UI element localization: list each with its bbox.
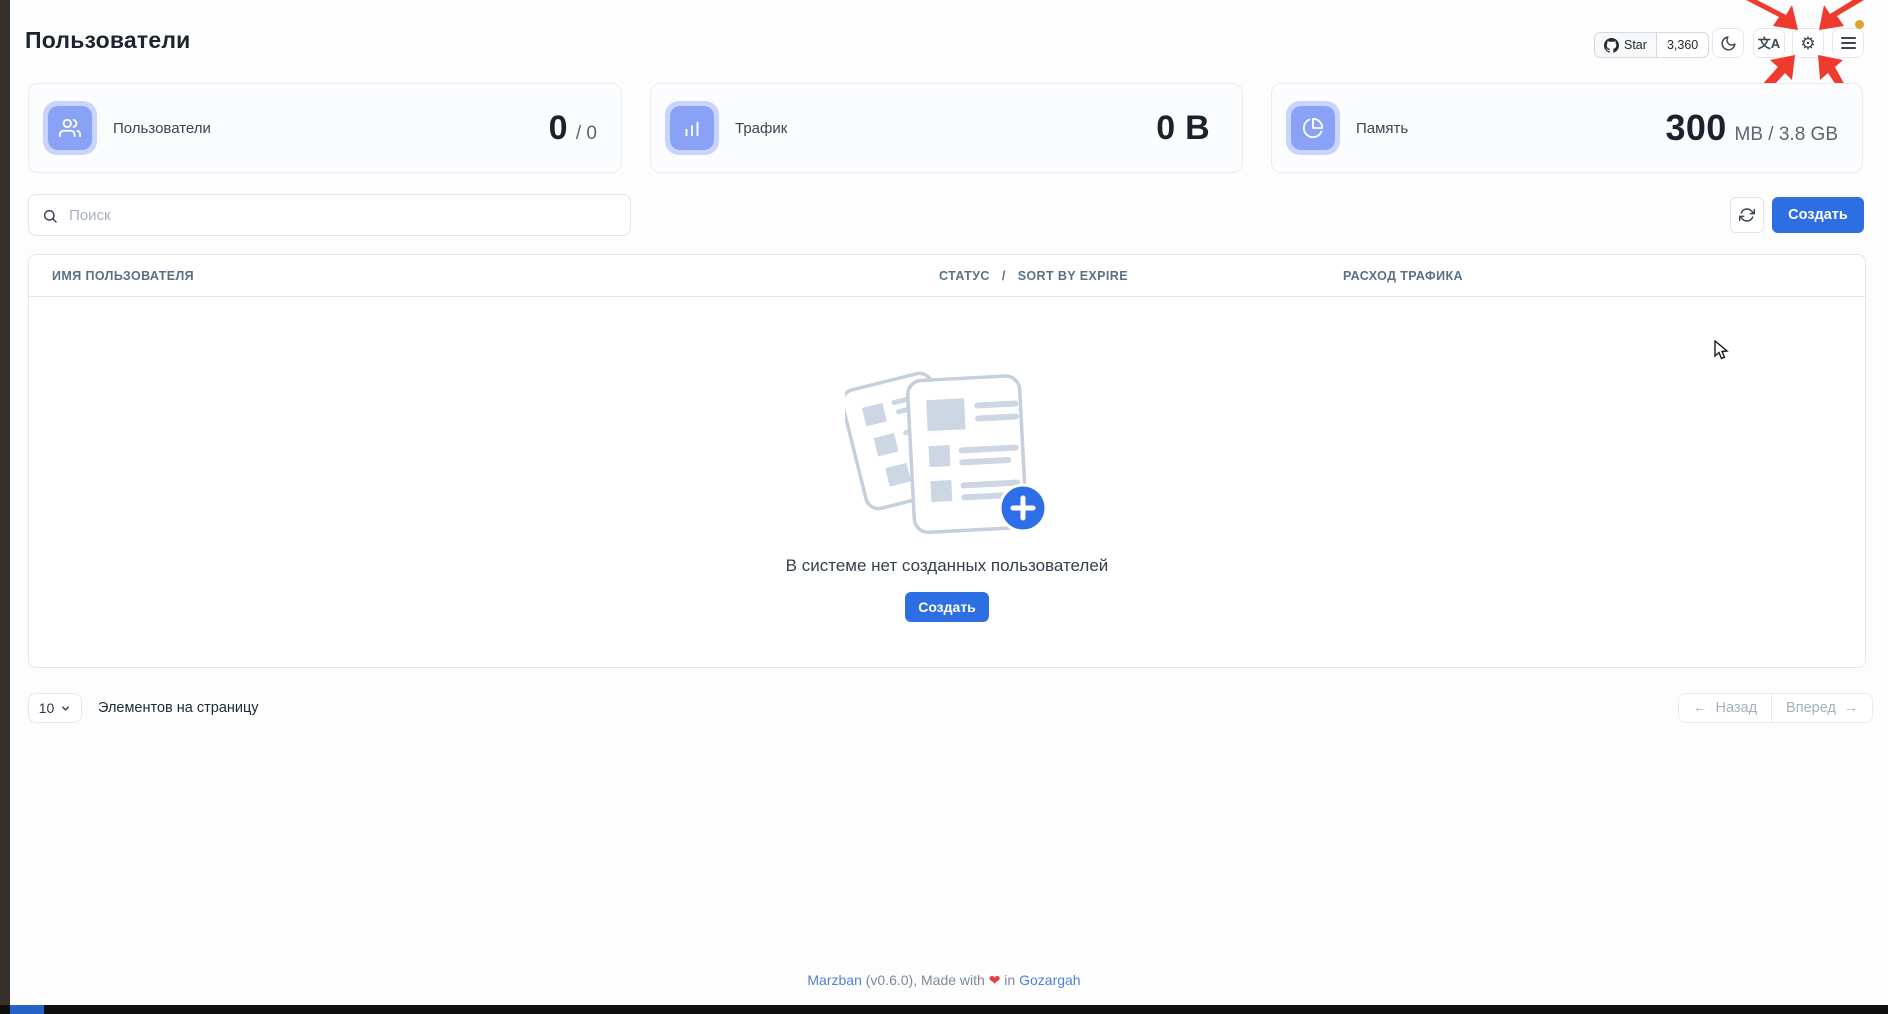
language-button[interactable]: 文A — [1753, 28, 1785, 58]
page-size-label: Элементов на страницу — [98, 693, 259, 723]
menu-button[interactable] — [1832, 28, 1864, 58]
empty-state-message: В системе нет созданных пользователей — [28, 556, 1866, 576]
stat-label: Пользователи — [113, 120, 211, 137]
bar-chart-icon — [670, 106, 714, 150]
stat-value: 0 B — [1156, 109, 1210, 148]
github-star-count[interactable]: 3,360 — [1657, 32, 1709, 58]
chevron-down-icon — [60, 703, 71, 714]
arrow-left-icon: ← — [1693, 700, 1708, 716]
github-star-widget: Star 3,360 — [1594, 32, 1709, 58]
add-user-plus-icon — [1000, 485, 1046, 531]
stat-label: Память — [1356, 120, 1408, 137]
page-size-value: 10 — [39, 700, 55, 716]
stat-card-memory: Память 300 MB / 3.8 GB — [1271, 83, 1863, 173]
stat-card-users: Пользователи 0 / 0 — [28, 83, 622, 173]
page-size-select[interactable]: 10 — [28, 693, 82, 723]
stat-value-secondary: MB / 3.8 GB — [1735, 124, 1838, 146]
window-edge-strip — [0, 0, 10, 1014]
pager: ← Назад Вперед → — [1678, 693, 1873, 723]
moon-icon — [1720, 35, 1737, 52]
refresh-icon — [1739, 207, 1755, 223]
marzban-users-page: Пользователи Star 3,360 文A ⚙ Пользовател… — [0, 0, 1888, 1014]
column-header-status-sort[interactable]: СТАТУС / SORT BY EXPIRE — [939, 255, 1128, 297]
stat-value: 300 — [1666, 107, 1727, 149]
prev-page-button[interactable]: ← Назад — [1679, 694, 1771, 722]
translate-icon: 文A — [1758, 37, 1780, 50]
bottom-window-bar — [0, 1005, 1888, 1014]
heart-icon: ❤ — [989, 972, 1001, 988]
taskbar-fragment — [10, 1005, 44, 1014]
pie-chart-icon — [1291, 106, 1335, 150]
github-star-button[interactable]: Star — [1594, 32, 1657, 58]
next-page-button[interactable]: Вперед → — [1772, 694, 1872, 722]
stat-value: 0 — [549, 109, 568, 148]
column-header-traffic[interactable]: РАСХОД ТРАФИКА — [1343, 255, 1463, 297]
refresh-button[interactable] — [1730, 197, 1764, 233]
github-star-label: Star — [1624, 38, 1647, 52]
stat-label: Трафик — [735, 120, 787, 137]
dark-mode-button[interactable] — [1712, 28, 1744, 58]
users-icon — [48, 106, 92, 150]
empty-state-illustration — [845, 350, 1055, 540]
stat-value-secondary: / 0 — [576, 123, 597, 145]
table-header-row: ИМЯ ПОЛЬЗОВАТЕЛЯ СТАТУС / SORT BY EXPIRE… — [29, 255, 1865, 297]
page-title: Пользователи — [25, 27, 191, 54]
menu-notification-dot — [1855, 20, 1864, 29]
stat-card-traffic: Трафик 0 B — [650, 83, 1243, 173]
github-octocat-icon — [1604, 38, 1619, 53]
footer: Marzban (v0.6.0), Made with ❤ in Gozarga… — [0, 972, 1888, 989]
search-box — [28, 194, 631, 236]
hamburger-icon — [1841, 37, 1856, 49]
search-input[interactable] — [29, 195, 630, 235]
gozargah-link[interactable]: Gozargah — [1019, 972, 1080, 988]
create-user-button[interactable]: Создать — [1772, 197, 1864, 233]
empty-state-create-button[interactable]: Создать — [905, 592, 989, 622]
settings-button[interactable]: ⚙ — [1792, 28, 1824, 58]
column-header-username[interactable]: ИМЯ ПОЛЬЗОВАТЕЛЯ — [52, 255, 194, 297]
arrow-right-icon: → — [1844, 700, 1859, 716]
gear-icon: ⚙ — [1800, 35, 1815, 52]
marzban-link[interactable]: Marzban — [807, 972, 861, 988]
